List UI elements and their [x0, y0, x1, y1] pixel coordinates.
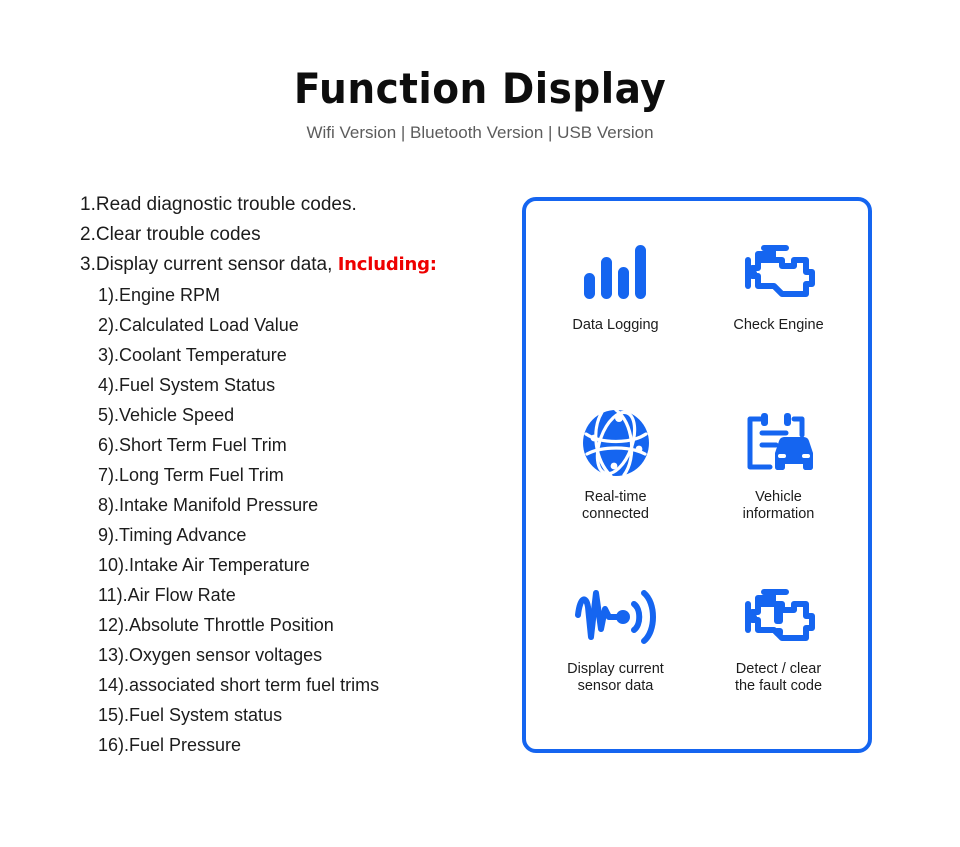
icon-label: Real-time connected	[582, 489, 649, 522]
list-item: 9).Timing Advance	[98, 525, 247, 545]
icon-grid: Data Logging Check Engine Real-time conn…	[526, 201, 868, 749]
list-item: 5).Vehicle Speed	[98, 405, 235, 425]
list-item: 3).Coolant Temperature	[98, 345, 287, 365]
clipboard-car-icon	[742, 407, 816, 479]
icon-label: Data Logging	[572, 317, 659, 333]
engine-warning-icon	[740, 579, 818, 651]
list-item: 2).Calculated Load Value	[98, 315, 299, 335]
list-item-with-emphasis: 3.Display current sensor data, Including…	[80, 250, 500, 280]
icon-panel: Data Logging Check Engine Real-time conn…	[522, 197, 872, 753]
list-item: 11).Air Flow Rate	[98, 585, 236, 605]
page-subtitle: Wifi Version | Bluetooth Version | USB V…	[306, 123, 654, 142]
list-item: 15).Fuel System status	[98, 705, 283, 725]
icon-cell-data-logging[interactable]: Data Logging	[534, 219, 697, 391]
icon-label: Detect / clear the fault code	[734, 661, 823, 694]
list-item-text: 3.Display current sensor data,	[80, 254, 338, 275]
waveform-signal-icon	[574, 579, 658, 651]
icon-cell-display-sensor-data[interactable]: Display current sensor data	[534, 563, 697, 735]
check-engine-icon	[740, 235, 818, 307]
list-item: 10).Intake Air Temperature	[98, 555, 310, 575]
icon-label: Check Engine	[733, 317, 824, 333]
list-item: 12).Absolute Throttle Position	[98, 615, 334, 635]
list-item: 4).Fuel System Status	[98, 375, 276, 395]
icon-cell-check-engine[interactable]: Check Engine	[697, 219, 860, 391]
icon-cell-realtime-connected[interactable]: Real-time connected	[534, 391, 697, 563]
list-item: 13).Oxygen sensor voltages	[98, 645, 323, 665]
list-item: 1).Engine RPM	[98, 285, 221, 305]
list-item: 6).Short Term Fuel Trim	[98, 435, 287, 455]
list-item: 2.Clear trouble codes	[80, 224, 261, 245]
icon-label: Display current sensor data	[567, 661, 664, 694]
icon-cell-detect-clear-fault[interactable]: Detect / clear the fault code	[697, 563, 860, 735]
bar-chart-icon	[580, 235, 652, 307]
globe-network-icon	[581, 407, 651, 479]
list-item: 8).Intake Manifold Pressure	[98, 495, 319, 515]
icon-cell-vehicle-information[interactable]: Vehicle information	[697, 391, 860, 563]
list-item: 7).Long Term Fuel Trim	[98, 465, 284, 485]
list-item: 14).associated short term fuel trims	[98, 675, 380, 695]
including-emphasis: Including:	[337, 254, 437, 275]
feature-list: 1.Read diagnostic trouble codes. 2.Clear…	[80, 190, 500, 760]
icon-label: Vehicle information	[742, 489, 815, 522]
list-item: 16).Fuel Pressure	[98, 735, 242, 755]
page-title: Function Display	[293, 64, 667, 113]
list-item: 1.Read diagnostic trouble codes.	[80, 194, 357, 215]
page-header: Function Display Wifi Version | Bluetoot…	[0, 64, 960, 144]
